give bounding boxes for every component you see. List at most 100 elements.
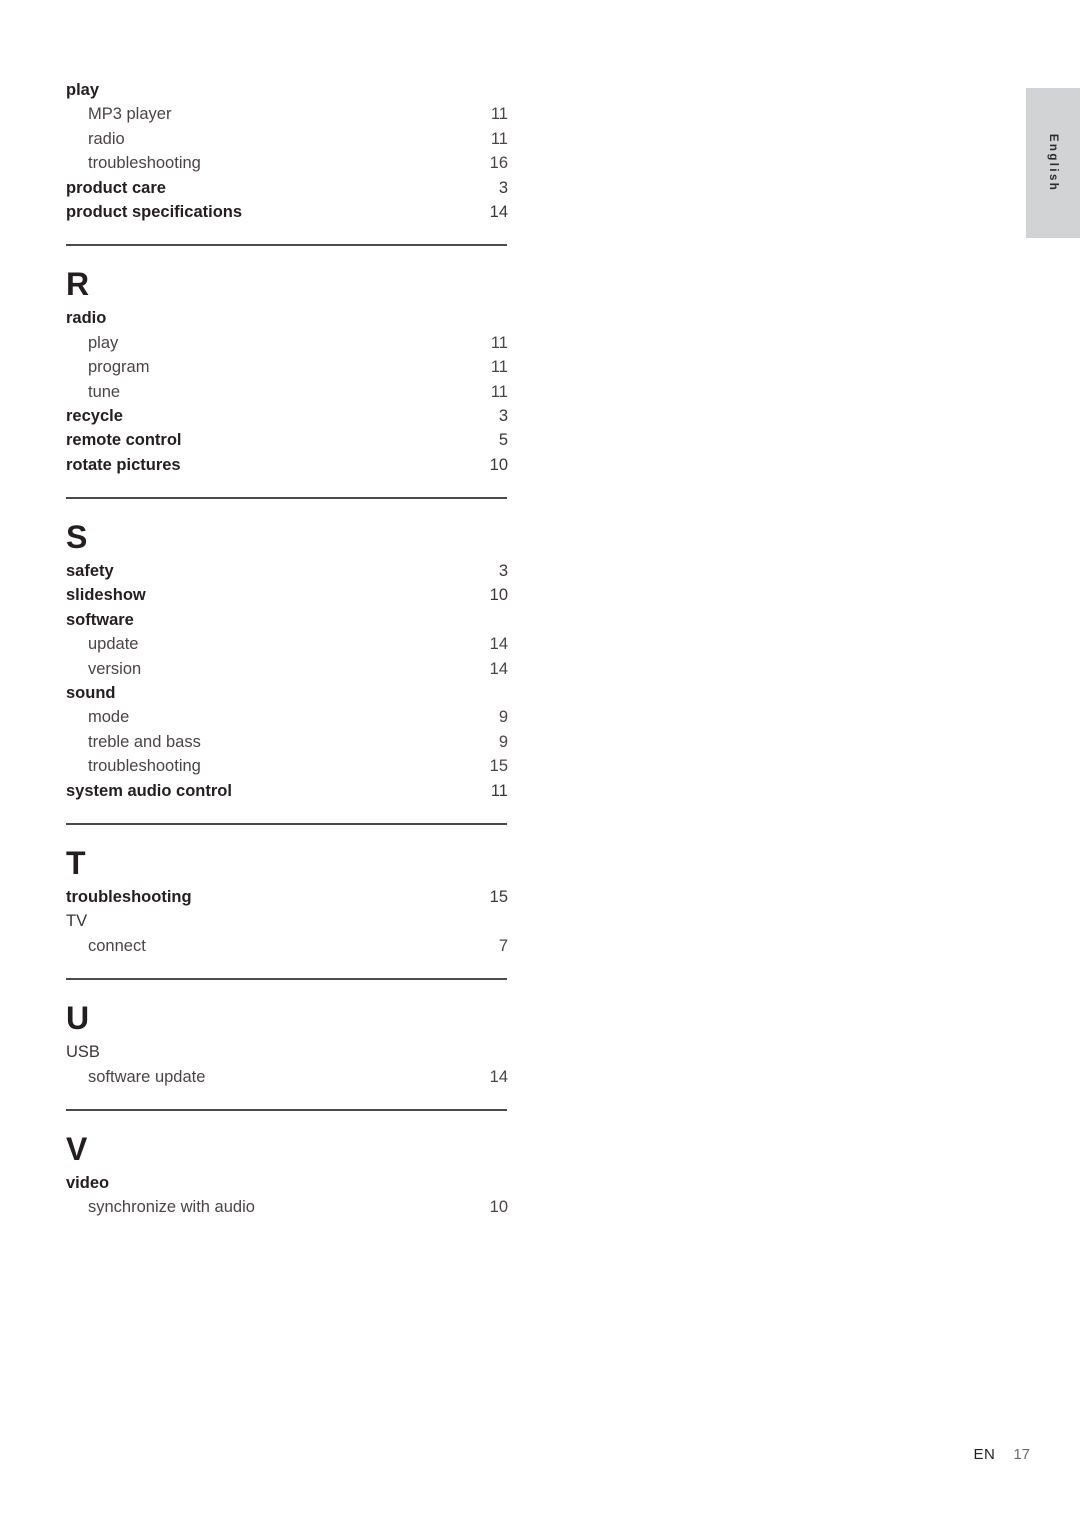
index-entry-label: rotate pictures: [66, 455, 181, 474]
index-entry-label: TV: [66, 912, 88, 931]
index-entry-label: recycle: [66, 406, 123, 425]
index-entry-label: tune: [88, 382, 121, 401]
index-entry[interactable]: video: [66, 1171, 508, 1195]
index-entry-label: video: [66, 1173, 110, 1192]
index-entry-list: USB software update 14: [66, 1040, 508, 1089]
section-letter-heading: T: [66, 844, 86, 881]
index-entry[interactable]: radio 11: [66, 127, 508, 151]
index-entry-label: synchronize with audio: [88, 1198, 255, 1217]
index-entry-label: radio: [66, 309, 107, 328]
index-entry-page-number: 10: [489, 1198, 508, 1217]
language-side-tab: English: [1026, 88, 1080, 238]
index-entry[interactable]: update 14: [66, 632, 508, 656]
index-section: Ttroubleshooting 15 TV connect 7: [66, 803, 508, 958]
index-section: play MP3 player 11 radio 11 troubleshooting 16…: [66, 78, 508, 224]
footer-language-code: EN: [973, 1446, 996, 1463]
index-entry[interactable]: treble and bass 9: [66, 730, 508, 754]
index-entry-label: troubleshooting: [88, 757, 201, 776]
index-entry-page-number: 11: [490, 781, 508, 800]
index-entry-label: treble and bass: [88, 732, 201, 751]
index-entry-label: product specifications: [66, 202, 243, 221]
index-entry[interactable]: tune 11: [66, 380, 508, 404]
index-entry-page-number: 16: [489, 154, 508, 173]
index-entry-label: version: [88, 659, 142, 678]
index-content: play MP3 player 11 radio 11 troubleshooting 16…: [66, 78, 508, 1220]
index-entry-page-number: 11: [490, 382, 508, 401]
index-entry-label: USB: [66, 1043, 100, 1062]
index-entry-label: system audio control: [66, 781, 232, 800]
index-entry-label: product care: [66, 178, 166, 197]
index-entry[interactable]: product care 3: [66, 176, 508, 200]
index-entry[interactable]: slideshow 10: [66, 583, 508, 607]
index-entry[interactable]: radio: [66, 306, 508, 330]
index-entry-page-number: 11: [490, 129, 508, 148]
index-entry-label: play: [88, 333, 119, 352]
index-entry-label: play: [66, 81, 100, 99]
index-section: Rradio play 11 program 11 tune 11 recycle 3 remot…: [66, 224, 508, 477]
index-entry-page-number: 15: [489, 757, 508, 776]
index-entry-page-number: 7: [498, 936, 508, 955]
index-entry-page-number: 3: [498, 406, 508, 425]
index-entry-label: connect: [88, 936, 146, 955]
index-entry-page-number: 9: [498, 708, 508, 727]
section-letter-heading: R: [66, 266, 90, 303]
index-entry[interactable]: version 14: [66, 657, 508, 681]
index-entry-page-number: 11: [490, 333, 508, 352]
index-entry-page-number: 11: [490, 358, 508, 377]
index-entry[interactable]: rotate pictures 10: [66, 453, 508, 477]
index-entry-page-number: 9: [498, 732, 508, 751]
index-section: U USB software update 14: [66, 958, 508, 1089]
index-entry-page-number: 5: [498, 431, 508, 450]
index-entry-label: update: [88, 635, 139, 654]
index-entry-label: slideshow: [66, 586, 146, 605]
index-entry[interactable]: TV: [66, 909, 508, 933]
page-footer: EN 17: [0, 1446, 1030, 1463]
index-entry[interactable]: software: [66, 608, 508, 632]
index-entry-label: mode: [88, 708, 130, 727]
index-entry[interactable]: troubleshooting 15: [66, 885, 508, 909]
footer-page-number: 17: [1013, 1446, 1030, 1463]
index-entry[interactable]: remote control 5: [66, 428, 508, 452]
index-entry[interactable]: play: [66, 78, 508, 102]
index-entry[interactable]: recycle 3: [66, 404, 508, 428]
index-entry[interactable]: program 11: [66, 355, 508, 379]
index-entry[interactable]: USB: [66, 1040, 508, 1064]
index-entry[interactable]: mode 9: [66, 705, 508, 729]
index-entry[interactable]: safety 3: [66, 559, 508, 583]
index-entry-label: safety: [66, 562, 114, 581]
index-entry-label: troubleshooting: [88, 154, 201, 173]
index-entry-label: sound: [66, 684, 116, 703]
index-entry-label: program: [88, 358, 150, 377]
index-entry-list: video synchronize with audio 10: [66, 1171, 508, 1220]
index-entry-page-number: 14: [489, 202, 508, 221]
index-entry[interactable]: MP3 player 11: [66, 102, 508, 126]
index-entry-page-number: 14: [489, 1067, 508, 1086]
index-entry-label: remote control: [66, 431, 182, 450]
section-letter-heading: U: [66, 1000, 90, 1037]
index-section: Ssafety 3 slideshow 10 software update 14 versi…: [66, 477, 508, 803]
index-entry[interactable]: synchronize with audio 10: [66, 1195, 508, 1219]
index-entry[interactable]: connect 7: [66, 934, 508, 958]
index-entry-label: software update: [88, 1067, 206, 1086]
index-entry[interactable]: troubleshooting 15: [66, 754, 508, 778]
index-entry-page-number: 11: [490, 105, 508, 124]
index-entry-list: safety 3 slideshow 10 software update 14 versio…: [66, 559, 508, 803]
index-entry-page-number: 15: [489, 887, 508, 906]
section-letter-heading: V: [66, 1130, 88, 1167]
index-entry[interactable]: troubleshooting 16: [66, 151, 508, 175]
index-entry-list: radio play 11 program 11 tune 11 recycle 3 remote…: [66, 306, 508, 477]
index-section: Vvideo synchronize with audio 10: [66, 1089, 508, 1220]
index-entry-label: troubleshooting: [66, 887, 192, 906]
index-entry[interactable]: sound: [66, 681, 508, 705]
index-entry-label: software: [66, 610, 134, 629]
index-entry[interactable]: software update 14: [66, 1065, 508, 1089]
index-entry-page-number: 10: [489, 455, 508, 474]
section-letter-heading: S: [66, 519, 88, 556]
index-entry[interactable]: play 11: [66, 331, 508, 355]
index-entry-list: troubleshooting 15 TV connect 7: [66, 885, 508, 958]
index-entry-label: MP3 player: [88, 105, 172, 124]
index-entry[interactable]: product specifications 14: [66, 200, 508, 224]
index-entry[interactable]: system audio control 11: [66, 779, 508, 803]
